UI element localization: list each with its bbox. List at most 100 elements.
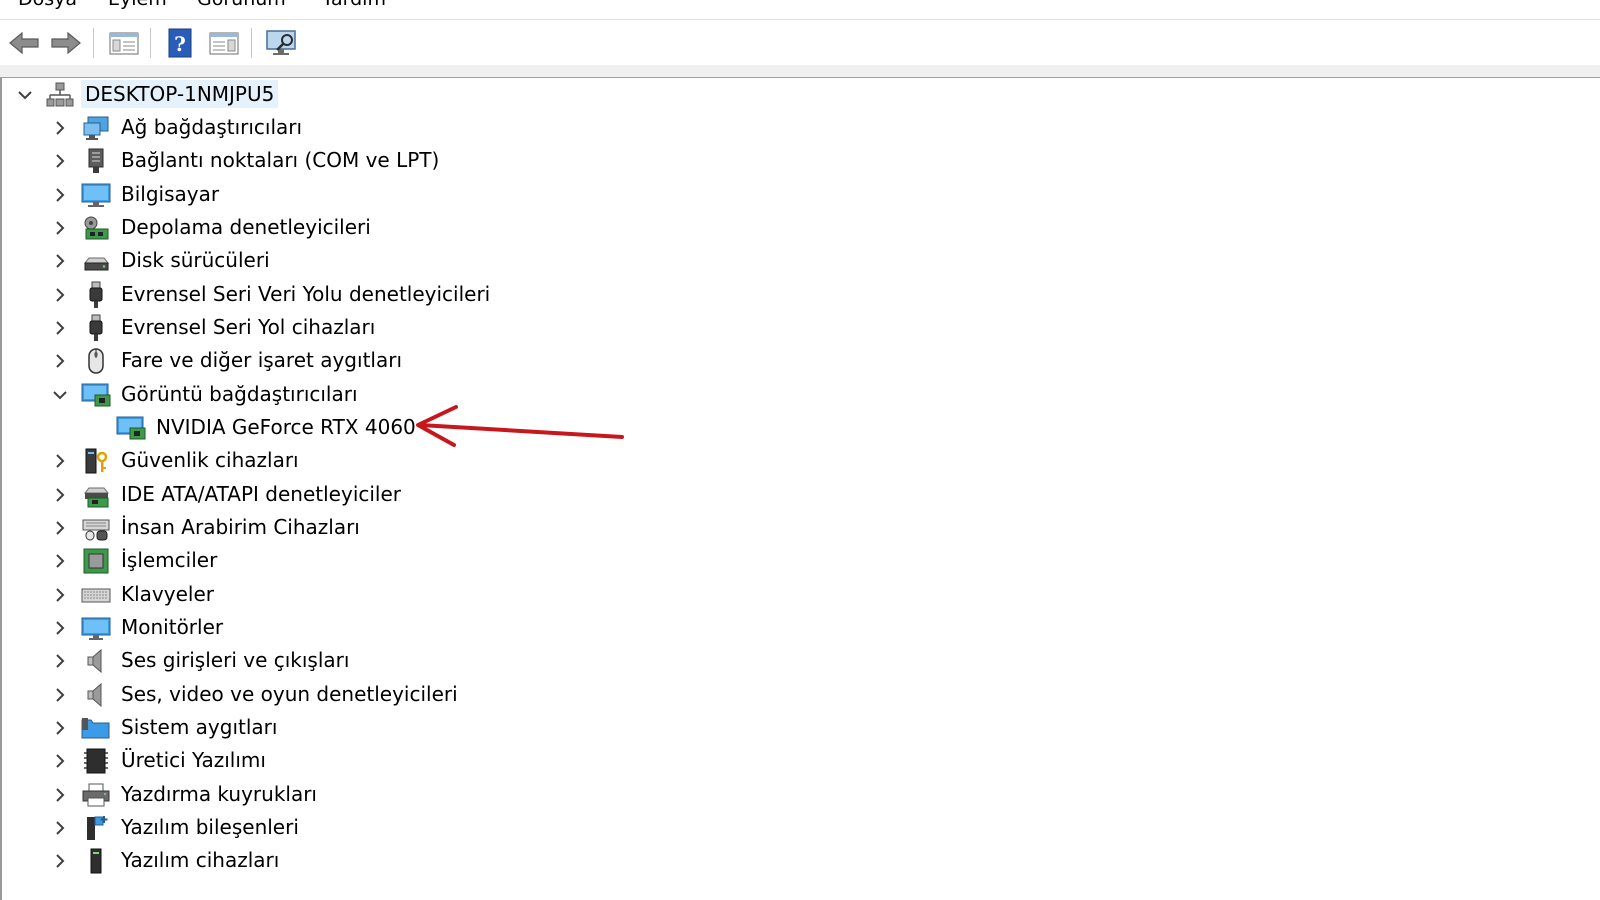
toolbar-separator — [251, 28, 252, 58]
tree-category-label[interactable]: Fare ve diğer işaret aygıtları — [117, 346, 406, 374]
show-hide-tree-button[interactable] — [106, 26, 142, 60]
tree-category-print-queues[interactable]: Yazdırma kuyrukları — [2, 778, 1592, 811]
chevron-right-icon[interactable] — [49, 850, 71, 872]
software-component-icon — [81, 813, 111, 843]
disk-drive-icon — [81, 246, 111, 276]
chevron-right-icon[interactable] — [49, 317, 71, 339]
tree-category-mice[interactable]: Fare ve diğer işaret aygıtları — [2, 344, 1592, 377]
menu-help[interactable]: Yardım — [322, 0, 386, 10]
tree-category-security-devices[interactable]: Güvenlik cihazları — [2, 444, 1592, 477]
tree-category-label[interactable]: Monitörler — [117, 613, 227, 641]
tree-category-system-devices[interactable]: Sistem aygıtları — [2, 711, 1592, 744]
chevron-right-icon[interactable] — [49, 450, 71, 472]
tree-category-label[interactable]: İşlemciler — [117, 546, 221, 574]
tree-category-label[interactable]: Bağlantı noktaları (COM ve LPT) — [117, 146, 443, 174]
mouse-icon — [81, 346, 111, 376]
display-adapter-icon — [81, 380, 111, 410]
tree-category-label[interactable]: Depolama denetleyicileri — [117, 213, 375, 241]
help-icon: ? — [168, 28, 192, 58]
properties-button[interactable] — [206, 26, 242, 60]
chevron-right-icon[interactable] — [49, 284, 71, 306]
processor-icon — [81, 546, 111, 576]
tree-category-computer[interactable]: Bilgisayar — [2, 178, 1592, 211]
tree-category-monitors[interactable]: Monitörler — [2, 611, 1592, 644]
menu-action[interactable]: Eylem — [108, 0, 167, 10]
tree-category-ide-controllers[interactable]: IDE ATA/ATAPI denetleyiciler — [2, 478, 1592, 511]
tree-category-label[interactable]: Yazdırma kuyrukları — [117, 780, 321, 808]
chevron-down-icon[interactable] — [49, 384, 71, 406]
chevron-right-icon[interactable] — [49, 250, 71, 272]
tree-category-label[interactable]: Disk sürücüleri — [117, 246, 274, 274]
tree-category-label[interactable]: Bilgisayar — [117, 180, 223, 208]
tree-category-firmware[interactable]: Üretici Yazılımı — [2, 744, 1592, 777]
display-adapter-icon — [116, 413, 146, 443]
tree-category-network-adapters[interactable]: Ağ bağdaştırıcıları — [2, 111, 1592, 144]
chevron-right-icon[interactable] — [49, 517, 71, 539]
chevron-right-icon[interactable] — [49, 484, 71, 506]
tree-category-label[interactable]: Ses girişleri ve çıkışları — [117, 646, 353, 674]
chevron-right-icon[interactable] — [49, 717, 71, 739]
tree-category-processors[interactable]: İşlemciler — [2, 544, 1592, 577]
port-icon — [81, 146, 111, 176]
tree-category-hid[interactable]: İnsan Arabirim Cihazları — [2, 511, 1592, 544]
tree-category-usb-controllers[interactable]: Evrensel Seri Veri Yolu denetleyicileri — [2, 278, 1592, 311]
menu-bar: Dosya Eylem Görünüm Yardım — [0, 0, 1600, 18]
speaker-icon — [81, 646, 111, 676]
chevron-right-icon[interactable] — [49, 117, 71, 139]
tree-category-label[interactable]: İnsan Arabirim Cihazları — [117, 513, 364, 541]
menu-view[interactable]: Görünüm — [197, 0, 286, 10]
svg-text:?: ? — [174, 32, 186, 56]
chevron-right-icon[interactable] — [49, 550, 71, 572]
tree-root[interactable]: DESKTOP-1NMJPU5 — [2, 78, 1592, 111]
firmware-icon — [81, 746, 111, 776]
tree-category-ports[interactable]: Bağlantı noktaları (COM ve LPT) — [2, 144, 1592, 177]
forward-button[interactable] — [48, 26, 84, 60]
back-button[interactable] — [6, 26, 42, 60]
tree-category-label[interactable]: Evrensel Seri Veri Yolu denetleyicileri — [117, 280, 494, 308]
chevron-right-icon[interactable] — [49, 350, 71, 372]
chevron-right-icon[interactable] — [49, 617, 71, 639]
chevron-right-icon[interactable] — [49, 784, 71, 806]
toolbar-separator — [93, 28, 94, 58]
tree-category-software-devices[interactable]: Yazılım cihazları — [2, 844, 1592, 877]
menu-file[interactable]: Dosya — [18, 0, 77, 10]
chevron-right-icon[interactable] — [49, 184, 71, 206]
tree-category-audio-io[interactable]: Ses girişleri ve çıkışları — [2, 644, 1592, 677]
computer-icon — [81, 180, 111, 210]
tree-root-label[interactable]: DESKTOP-1NMJPU5 — [81, 80, 279, 108]
device-tree[interactable]: DESKTOP-1NMJPU5 Ağ bağdaştırıcıları Bağl… — [0, 78, 1600, 900]
computer-network-icon — [45, 80, 75, 110]
tree-category-usb-devices[interactable]: Evrensel Seri Yol cihazları — [2, 311, 1592, 344]
tree-category-label[interactable]: Üretici Yazılımı — [117, 746, 270, 774]
tree-category-disk-drives[interactable]: Disk sürücüleri — [2, 244, 1592, 277]
tree-category-label[interactable]: Klavyeler — [117, 580, 218, 608]
tree-device-label[interactable]: NVIDIA GeForce RTX 4060 — [152, 413, 420, 441]
tree-category-label[interactable]: IDE ATA/ATAPI denetleyiciler — [117, 480, 405, 508]
chevron-right-icon[interactable] — [49, 217, 71, 239]
printer-icon — [81, 780, 111, 810]
chevron-right-icon[interactable] — [49, 150, 71, 172]
tree-category-label[interactable]: Sistem aygıtları — [117, 713, 281, 741]
tree-category-display-adapters[interactable]: Görüntü bağdaştırıcıları — [2, 378, 1592, 411]
tree-category-sound-video-game[interactable]: Ses, video ve oyun denetleyicileri — [2, 678, 1592, 711]
speaker-icon — [81, 680, 111, 710]
tree-category-label[interactable]: Ses, video ve oyun denetleyicileri — [117, 680, 462, 708]
tree-category-label[interactable]: Yazılım bileşenleri — [117, 813, 303, 841]
chevron-right-icon[interactable] — [49, 817, 71, 839]
tree-category-label[interactable]: Yazılım cihazları — [117, 846, 283, 874]
help-button[interactable]: ? — [162, 26, 198, 60]
chevron-right-icon[interactable] — [49, 584, 71, 606]
scan-hardware-button[interactable] — [264, 26, 300, 60]
tree-category-label[interactable]: Görüntü bağdaştırıcıları — [117, 380, 362, 408]
tree-category-label[interactable]: Ağ bağdaştırıcıları — [117, 113, 306, 141]
tree-category-software-components[interactable]: Yazılım bileşenleri — [2, 811, 1592, 844]
tree-category-label[interactable]: Evrensel Seri Yol cihazları — [117, 313, 379, 341]
chevron-down-icon[interactable] — [14, 84, 36, 106]
tree-category-label[interactable]: Güvenlik cihazları — [117, 446, 303, 474]
chevron-right-icon[interactable] — [49, 750, 71, 772]
chevron-right-icon[interactable] — [49, 684, 71, 706]
tree-device-nvidia-rtx-4060[interactable]: NVIDIA GeForce RTX 4060 — [2, 411, 1592, 444]
tree-category-keyboards[interactable]: Klavyeler — [2, 578, 1592, 611]
chevron-right-icon[interactable] — [49, 650, 71, 672]
tree-category-storage-controllers[interactable]: Depolama denetleyicileri — [2, 211, 1592, 244]
